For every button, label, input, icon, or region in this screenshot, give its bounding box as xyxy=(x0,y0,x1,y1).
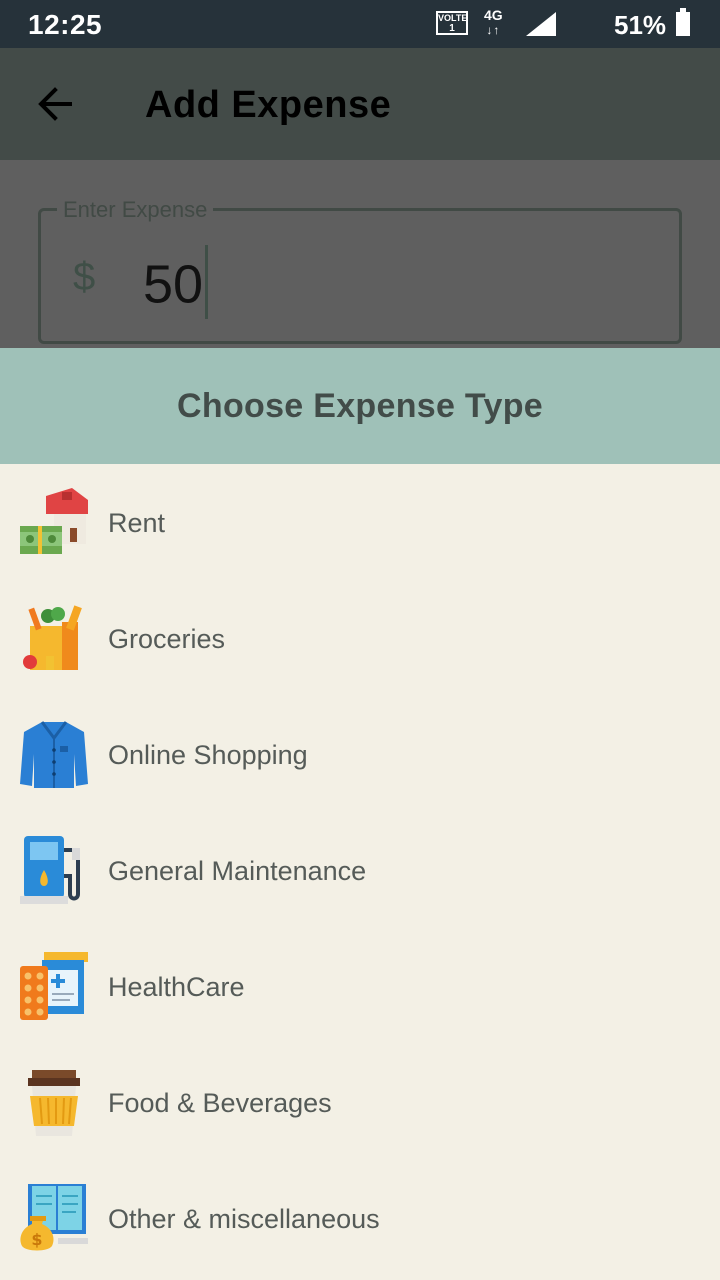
battery-icon xyxy=(676,8,690,36)
expense-type-label: HealthCare xyxy=(108,972,245,1002)
page-title: Add Expense xyxy=(145,84,392,126)
house-money-icon xyxy=(20,488,88,554)
data-arrows-icon: ↓↑ xyxy=(486,23,501,37)
expense-type-rent[interactable]: Rent xyxy=(0,464,720,580)
expense-type-healthcare[interactable]: HealthCare xyxy=(0,928,720,1044)
status-time: 12:25 xyxy=(28,9,103,40)
battery-percentage: 51% xyxy=(614,10,667,40)
status-bar: 12:25 VOLTE 1 4G ↓↑ 51% xyxy=(0,0,720,48)
arrow-back-icon[interactable] xyxy=(28,78,84,130)
coffee-cup-icon xyxy=(28,1070,80,1136)
expense-input-area: Enter Expense $ 50 xyxy=(0,160,720,348)
volte-sim-label: 1 xyxy=(449,23,455,34)
volte-label: VOLTE xyxy=(438,13,468,23)
expense-value-wrap: 50 xyxy=(143,245,209,325)
volte-icon: VOLTE 1 xyxy=(436,11,468,35)
expense-type-food-beverages[interactable]: Food & Beverages xyxy=(0,1044,720,1160)
network-type-icon: 4G ↓↑ xyxy=(484,8,503,38)
network-type-label: 4G xyxy=(484,7,503,23)
expense-type-label: Other & miscellaneous xyxy=(108,1204,380,1234)
expense-type-groceries[interactable]: Groceries xyxy=(0,580,720,696)
svg-text:$: $ xyxy=(31,1230,42,1249)
expense-type-list: Rent Groceries Online Shopping General M… xyxy=(0,464,720,1280)
app-bar: Add Expense xyxy=(0,48,720,160)
text-caret xyxy=(205,245,209,319)
expense-type-online-shopping[interactable]: Online Shopping xyxy=(0,696,720,812)
grocery-bag-icon xyxy=(23,605,82,670)
expense-field-label: Enter Expense xyxy=(57,197,214,223)
book-money-bag-icon: $ xyxy=(20,1184,88,1251)
expense-value[interactable]: 50 xyxy=(143,254,203,314)
signal-full-icon xyxy=(526,12,556,36)
expense-type-sheet-header: Choose Expense Type xyxy=(0,348,720,464)
expense-type-other-miscellaneous[interactable]: $ Other & miscellaneous xyxy=(0,1160,720,1276)
expense-type-label: Groceries xyxy=(108,624,226,654)
currency-symbol: $ xyxy=(73,255,96,299)
medicine-icon xyxy=(20,952,88,1020)
expense-type-label: Online Shopping xyxy=(108,740,308,770)
fuel-pump-icon xyxy=(20,836,80,904)
sheet-title: Choose Expense Type xyxy=(177,386,543,425)
expense-type-label: Rent xyxy=(108,508,166,538)
jacket-icon xyxy=(20,721,88,788)
expense-type-label: General Maintenance xyxy=(108,856,367,886)
expense-type-general-maintenance[interactable]: General Maintenance xyxy=(0,812,720,928)
expense-type-label: Food & Beverages xyxy=(108,1088,332,1118)
expense-field[interactable]: Enter Expense $ 50 xyxy=(38,197,682,344)
